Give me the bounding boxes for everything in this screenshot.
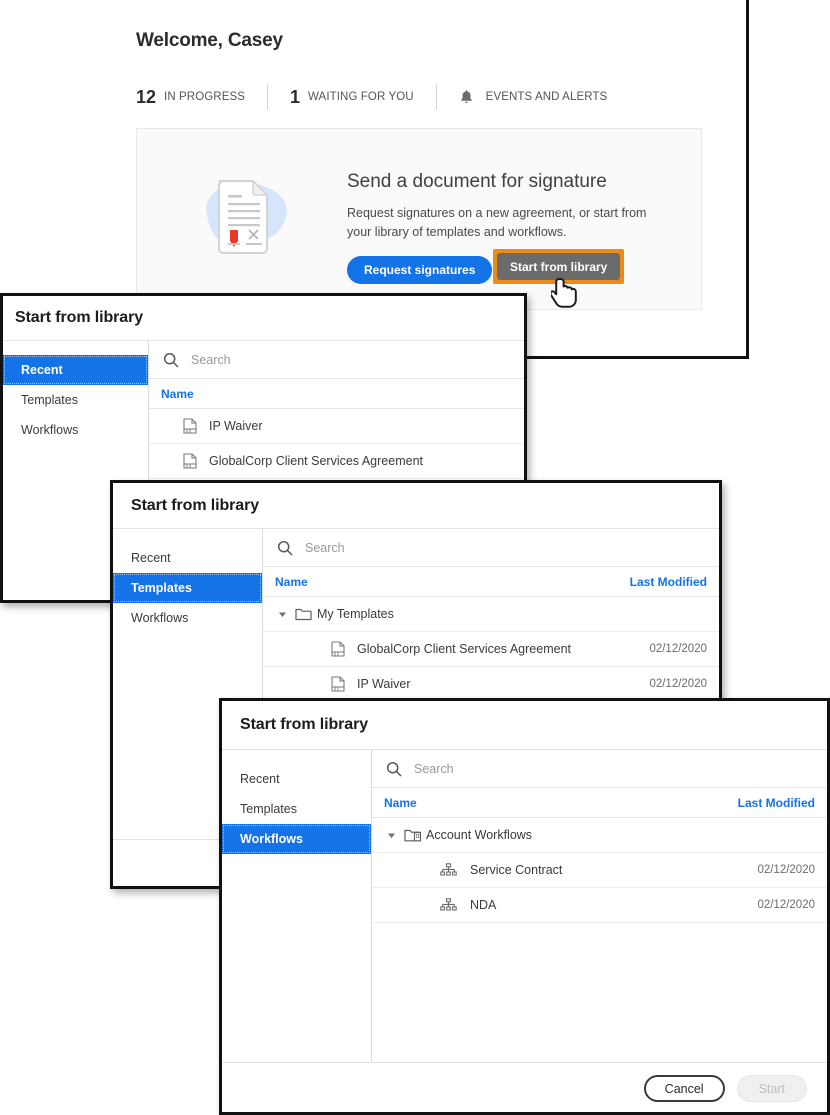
promo-title: Send a document for signature (347, 171, 607, 192)
bell-icon (459, 89, 474, 105)
page-title: Welcome, Casey (136, 30, 283, 51)
search-row (263, 529, 719, 567)
cancel-button[interactable]: Cancel (643, 1075, 725, 1102)
document-icon (331, 676, 357, 692)
workflow-icon (440, 897, 470, 913)
column-header-name[interactable]: Name (275, 575, 308, 589)
request-signatures-button[interactable]: Request signatures (347, 256, 493, 284)
sidebar-item-workflows[interactable]: Workflows (222, 824, 371, 854)
sidebar-item-recent[interactable]: Recent (222, 764, 371, 794)
list-item-folder[interactable]: My Templates (263, 597, 719, 632)
list-item[interactable]: IP Waiver 02/12/2020 (263, 667, 719, 702)
column-header-name[interactable]: Name (161, 387, 194, 401)
dialog-title: Start from library (240, 716, 369, 733)
promo-subtitle: Request signatures on a new agreement, o… (347, 206, 647, 239)
list-item-date: 02/12/2020 (757, 864, 815, 876)
list-item-label: IP Waiver (357, 677, 411, 691)
stats-row: 12 IN PROGRESS 1 WAITING FOR YOU EVENTS … (136, 82, 607, 112)
list-item-date: 02/12/2020 (649, 678, 707, 690)
list-item-label: NDA (470, 898, 497, 912)
list-item-date: 02/12/2020 (649, 643, 707, 655)
list-item[interactable]: NDA 02/12/2020 (372, 888, 827, 923)
dialog-footer: Cancel Start (222, 1062, 827, 1114)
stat-events-label: EVENTS AND ALERTS (485, 91, 608, 103)
start-from-library-dialog-workflows: Start from library Recent Templates Work… (219, 698, 830, 1115)
stats-divider (267, 84, 269, 110)
stat-events-and-alerts[interactable]: EVENTS AND ALERTS (459, 82, 608, 112)
column-header: Name Last Modified (263, 567, 719, 597)
sidebar-item-templates[interactable]: Templates (113, 573, 262, 603)
list-item-label: Service Contract (470, 863, 563, 877)
column-header-last-modified[interactable]: Last Modified (738, 796, 815, 810)
list-item[interactable]: IP Waiver (149, 409, 524, 444)
workflow-icon (440, 862, 470, 878)
search-row (149, 341, 524, 379)
screenshot-root: Welcome, Casey 12 IN PROGRESS 1 WAITING … (0, 0, 830, 1115)
sidebar-item-templates[interactable]: Templates (3, 385, 148, 415)
document-icon (183, 418, 209, 434)
chevron-down-icon[interactable] (275, 610, 289, 619)
search-input[interactable] (191, 352, 524, 367)
dialog-header: Start from library (113, 483, 719, 528)
stat-waiting-number: 1 (290, 86, 301, 107)
column-header: Name (149, 379, 524, 409)
stat-waiting-for-you[interactable]: 1 WAITING FOR YOU (290, 82, 414, 112)
dialog-main: Name Last Modified (372, 750, 827, 1062)
list-item[interactable]: Service Contract 02/12/2020 (372, 853, 827, 888)
search-input[interactable] (305, 540, 719, 555)
stats-divider (435, 84, 437, 110)
sidebar-item-templates[interactable]: Templates (222, 794, 371, 824)
search-row (372, 750, 827, 788)
list-item-label: GlobalCorp Client Services Agreement (209, 454, 423, 468)
dialog-header: Start from library (3, 296, 524, 340)
search-icon (277, 540, 293, 556)
list-item-label: GlobalCorp Client Services Agreement (357, 642, 571, 656)
search-input[interactable] (414, 761, 827, 776)
start-from-library-button[interactable]: Start from library (497, 253, 621, 280)
folder-icon (289, 607, 317, 621)
list-item-date: 02/12/2020 (757, 899, 815, 911)
stat-in-progress-label: IN PROGRESS (164, 91, 246, 103)
list-item-label: My Templates (317, 607, 394, 621)
start-button[interactable]: Start (736, 1075, 807, 1102)
sidebar-item-recent[interactable]: Recent (113, 543, 262, 573)
list-item-label: IP Waiver (209, 419, 263, 433)
folder-account-icon (398, 828, 426, 843)
column-header-name[interactable]: Name (384, 796, 417, 810)
dialog-title: Start from library (15, 309, 144, 326)
start-from-library-highlight: Start from library (493, 249, 625, 284)
chevron-down-icon[interactable] (384, 831, 398, 840)
list-item-folder[interactable]: Account Workflows (372, 818, 827, 853)
document-icon (183, 453, 209, 469)
stat-in-progress-number: 12 (136, 86, 157, 107)
search-icon (163, 352, 179, 368)
search-icon (386, 761, 402, 777)
stat-waiting-label: WAITING FOR YOU (308, 91, 414, 103)
list-item[interactable]: GlobalCorp Client Services Agreement 02/… (263, 632, 719, 667)
dialog-title: Start from library (131, 496, 260, 514)
sidebar-item-recent[interactable]: Recent (3, 355, 148, 385)
stat-in-progress[interactable]: 12 IN PROGRESS (136, 82, 245, 112)
list-item[interactable]: GlobalCorp Client Services Agreement (149, 444, 524, 479)
promo-card: Send a document for signature Request si… (136, 128, 702, 310)
sidebar-item-workflows[interactable]: Workflows (113, 603, 262, 633)
column-header-last-modified[interactable]: Last Modified (630, 575, 707, 589)
dialog-sidebar: Recent Templates Workflows (222, 750, 372, 1062)
sidebar-item-workflows[interactable]: Workflows (3, 415, 148, 445)
dialog-header: Start from library (222, 701, 827, 749)
document-icon (331, 641, 357, 657)
document-signature-illustration (189, 167, 299, 271)
column-header: Name Last Modified (372, 788, 827, 818)
dialog-body: Recent Templates Workflows Name Last Mod… (222, 750, 827, 1062)
list-item-label: Account Workflows (426, 828, 533, 842)
